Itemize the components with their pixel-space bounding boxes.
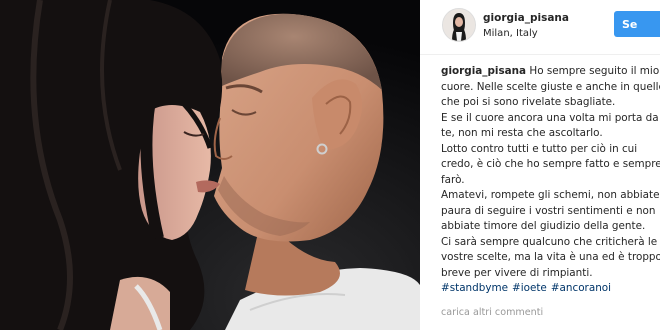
profile-avatar-icon[interactable]	[442, 8, 476, 42]
hashtag-link[interactable]: #ancoranoi	[551, 282, 611, 294]
caption-line: giorgia_pisana Ho sempre seguito il mio	[441, 64, 660, 80]
header-username[interactable]: giorgia_pisana	[483, 12, 569, 24]
caption-text: Ho sempre seguito il mio	[529, 65, 660, 77]
caption-line: Amatevi, rompete gli schemi, non abbiate	[441, 189, 660, 201]
caption-line: Lotto contro tutti e tutto per ciò in cu…	[441, 142, 638, 155]
caption-line: Ci sarà sempre qualcuno che criticherà l…	[441, 235, 658, 248]
post-header: giorgia_pisana Milan, Italy Se	[420, 0, 660, 55]
hashtag-link[interactable]: #standbyme	[441, 282, 508, 294]
follow-button[interactable]: Se	[614, 11, 660, 37]
caption-line: paura di seguire i vostri sentimenti e n…	[441, 204, 656, 217]
hashtag-row: #standbyme #ioete #ancoranoi	[441, 281, 660, 297]
caption-line: abbiate timore del giudizio della gente.	[441, 220, 646, 232]
caption-line: credo, è ciò che ho sempre fatto e sempr…	[441, 158, 660, 170]
post-side-panel: giorgia_pisana Milan, Italy Se giorgia_p…	[420, 0, 660, 330]
couple-kissing-photo-icon	[0, 0, 420, 330]
caption-username[interactable]: giorgia_pisana	[441, 65, 526, 77]
hashtag-link[interactable]: #ioete	[512, 282, 547, 294]
caption-line: farò.	[441, 173, 465, 186]
caption-line: cuore. Nelle scelte giuste e anche in qu…	[441, 80, 660, 93]
post-caption: giorgia_pisana Ho sempre seguito il mio …	[441, 64, 660, 297]
caption-line: breve per vivere di rimpianti.	[441, 266, 593, 279]
load-more-comments-link[interactable]: carica altri commenti	[441, 307, 543, 318]
caption-line: E se il cuore ancora una volta mi porta …	[441, 111, 659, 124]
caption-line: te, non mi resta che ascoltarlo.	[441, 127, 603, 139]
post-photo[interactable]	[0, 0, 420, 330]
caption-line: che poi si sono rivelate sbagliate.	[441, 96, 616, 108]
caption-line: vostre scelte, ma la vita è una ed è tro…	[441, 251, 660, 263]
header-location[interactable]: Milan, Italy	[483, 28, 538, 39]
